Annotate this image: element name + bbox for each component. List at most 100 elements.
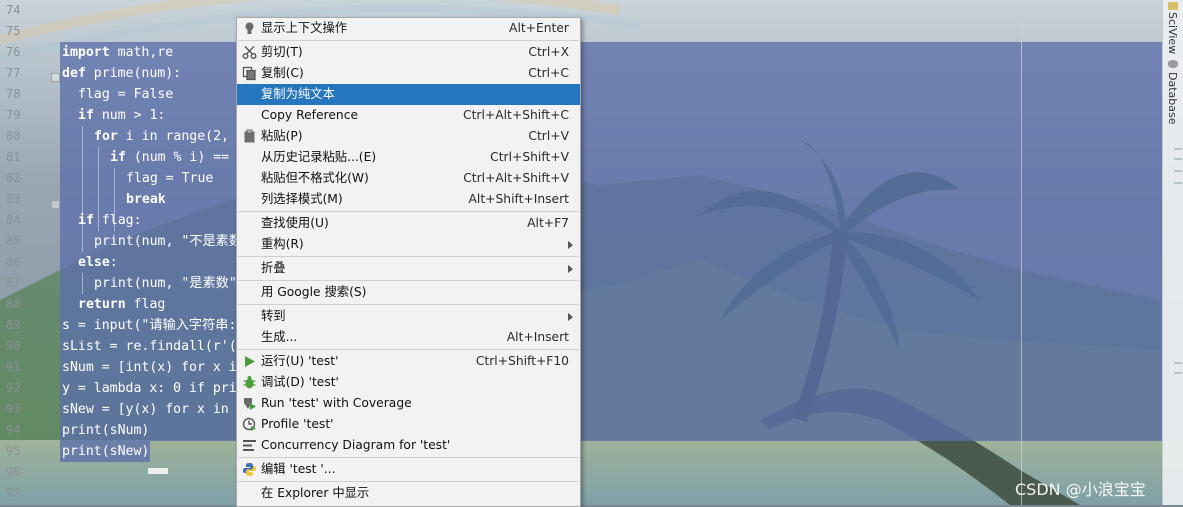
menu-item-shortcut: Ctrl+X <box>528 45 569 59</box>
line-number: 84 <box>6 213 21 227</box>
code-keyword: if <box>78 213 94 228</box>
menu-item[interactable]: 生成... Alt+Insert <box>237 327 580 348</box>
menu-item-label: 生成... <box>261 330 298 344</box>
tab-database[interactable]: Database <box>1166 72 1179 125</box>
code-line: sNum = [int(x) for x i <box>62 357 237 378</box>
menu-item[interactable]: 编辑 'test '... <box>237 459 580 480</box>
fold-marker-icon[interactable] <box>51 73 60 82</box>
menu-item[interactable]: 复制(C) Ctrl+C <box>237 63 580 84</box>
line-number: 85 <box>6 234 21 248</box>
menu-item[interactable]: 调试(D) 'test' <box>237 372 580 393</box>
indent-guide <box>98 147 99 231</box>
line-number: 82 <box>6 171 21 185</box>
tab-sciview[interactable]: SciView <box>1166 12 1179 54</box>
line-number: 97 <box>6 486 21 500</box>
debug-icon <box>242 375 257 390</box>
line-number: 92 <box>6 381 21 395</box>
line-number-gutter: 74 75 76 77 78 79 80 81 82 83 84 85 86 87 88 89 90 91 92 93… <box>0 0 60 505</box>
menu-item[interactable]: Run 'test' with Coverage <box>237 393 580 414</box>
menu-separator <box>238 349 579 350</box>
scrollbar-marker <box>1174 170 1182 172</box>
code-text: sNum = [int(x) for x i <box>62 360 237 375</box>
sciview-icon <box>1168 2 1178 10</box>
line-number: 75 <box>6 24 21 38</box>
code-text: prime(num): <box>85 66 182 81</box>
line-number: 77 <box>6 66 21 80</box>
menu-item[interactable]: 剪切(T) Ctrl+X <box>237 42 580 63</box>
right-tool-strip: SciView Database <box>1162 0 1183 505</box>
menu-item-label: 显示上下文操作 <box>261 21 348 35</box>
menu-item-shortcut: Alt+Insert <box>506 330 569 344</box>
menu-item[interactable]: Profile 'test' <box>237 414 580 435</box>
menu-item-label: 在 Explorer 中显示 <box>261 486 370 500</box>
code-text: : <box>109 255 118 270</box>
code-line: sList = re.findall(r'( <box>62 336 237 357</box>
fold-marker-icon[interactable] <box>51 200 60 209</box>
menu-item-label: 转到 <box>261 309 286 323</box>
menu-item[interactable]: 折叠 <box>237 258 580 279</box>
code-keyword: if <box>78 108 94 123</box>
line-number: 94 <box>6 423 21 437</box>
menu-item-label: Run 'test' with Coverage <box>261 396 412 410</box>
right-margin-guide <box>1021 0 1022 505</box>
indent-guide <box>114 168 115 231</box>
code-line: print(num, "不是素数 <box>94 231 242 252</box>
code-line: y = lambda x: 0 if pri <box>62 378 237 399</box>
menu-item-shortcut: Alt+F7 <box>527 216 569 230</box>
line-number: 78 <box>6 87 21 101</box>
code-text: sNew = [y(x) for x in <box>62 402 229 417</box>
menu-item[interactable]: 查找使用(U) Alt+F7 <box>237 213 580 234</box>
code-line: import math,re <box>62 42 173 63</box>
menu-item-shortcut: Ctrl+Alt+Shift+C <box>463 108 569 122</box>
menu-item-label: Concurrency Diagram for 'test' <box>261 438 451 452</box>
code-keyword: else <box>78 255 110 270</box>
concurrency-icon <box>242 438 257 453</box>
code-line: print(sNum) <box>62 420 149 441</box>
menu-item[interactable]: Concurrency Diagram for 'test' <box>237 435 580 456</box>
code-line: def prime(num): <box>62 63 181 84</box>
line-number: 86 <box>6 255 21 269</box>
code-text: i in range(2, <box>117 129 229 144</box>
line-number: 91 <box>6 360 21 374</box>
menu-item[interactable]: 粘贴(P) Ctrl+V <box>237 126 580 147</box>
menu-item[interactable]: 在 Explorer 中显示 <box>237 483 580 504</box>
scrollbar-marker <box>1174 158 1182 160</box>
menu-separator <box>238 280 579 281</box>
indent-guide <box>82 231 83 252</box>
menu-item[interactable]: 重构(R) <box>237 234 580 255</box>
menu-item[interactable]: Copy Reference Ctrl+Alt+Shift+C <box>237 105 580 126</box>
menu-item-shortcut: Ctrl+C <box>528 66 569 80</box>
menu-item-label: 复制(C) <box>261 66 304 80</box>
menu-item-label: 查找使用(U) <box>261 216 329 230</box>
menu-item[interactable]: 转到 <box>237 306 580 327</box>
run-icon <box>242 354 257 369</box>
menu-item-label: 列选择模式(M) <box>261 192 343 206</box>
menu-item[interactable]: 从历史记录粘贴...(E) Ctrl+Shift+V <box>237 147 580 168</box>
menu-item[interactable]: 用 Google 搜索(S) <box>237 282 580 303</box>
menu-item[interactable]: 运行(U) 'test' Ctrl+Shift+F10 <box>237 351 580 372</box>
menu-separator <box>238 256 579 257</box>
menu-item-shortcut: Ctrl+Alt+Shift+V <box>463 171 569 185</box>
code-line: break <box>126 189 166 210</box>
code-text: math,re <box>109 45 174 60</box>
code-text: y = lambda x: 0 if pri <box>62 381 237 396</box>
menu-item-label: 用 Google 搜索(S) <box>261 285 367 299</box>
indent-guide <box>82 126 83 231</box>
menu-item[interactable]: 粘贴但不格式化(W) Ctrl+Alt+Shift+V <box>237 168 580 189</box>
code-text: flag: <box>93 213 142 228</box>
line-number: 83 <box>6 192 21 206</box>
watermark-text: CSDN @小浪宝宝 <box>1015 480 1146 499</box>
menu-item-shortcut: Alt+Enter <box>509 21 569 35</box>
code-keyword: import <box>62 45 110 60</box>
code-line: print(sNew) <box>62 441 149 462</box>
menu-item[interactable]: 列选择模式(M) Alt+Shift+Insert <box>237 189 580 210</box>
code-text: (num % i) == <box>125 150 230 165</box>
menu-item[interactable]: 显示上下文操作 Alt+Enter <box>237 18 580 39</box>
menu-item-shortcut: Alt+Shift+Insert <box>468 192 569 206</box>
editor-context-menu: 显示上下文操作 Alt+Enter 剪切(T) Ctrl+X 复制(C) Ctrl+C 复制… <box>236 17 581 507</box>
line-number: 95 <box>6 444 21 458</box>
submenu-arrow-icon <box>568 265 573 273</box>
menu-item[interactable]: 复制为纯文本 <box>237 84 580 105</box>
code-keyword: def <box>62 66 86 81</box>
python-icon <box>242 462 257 477</box>
